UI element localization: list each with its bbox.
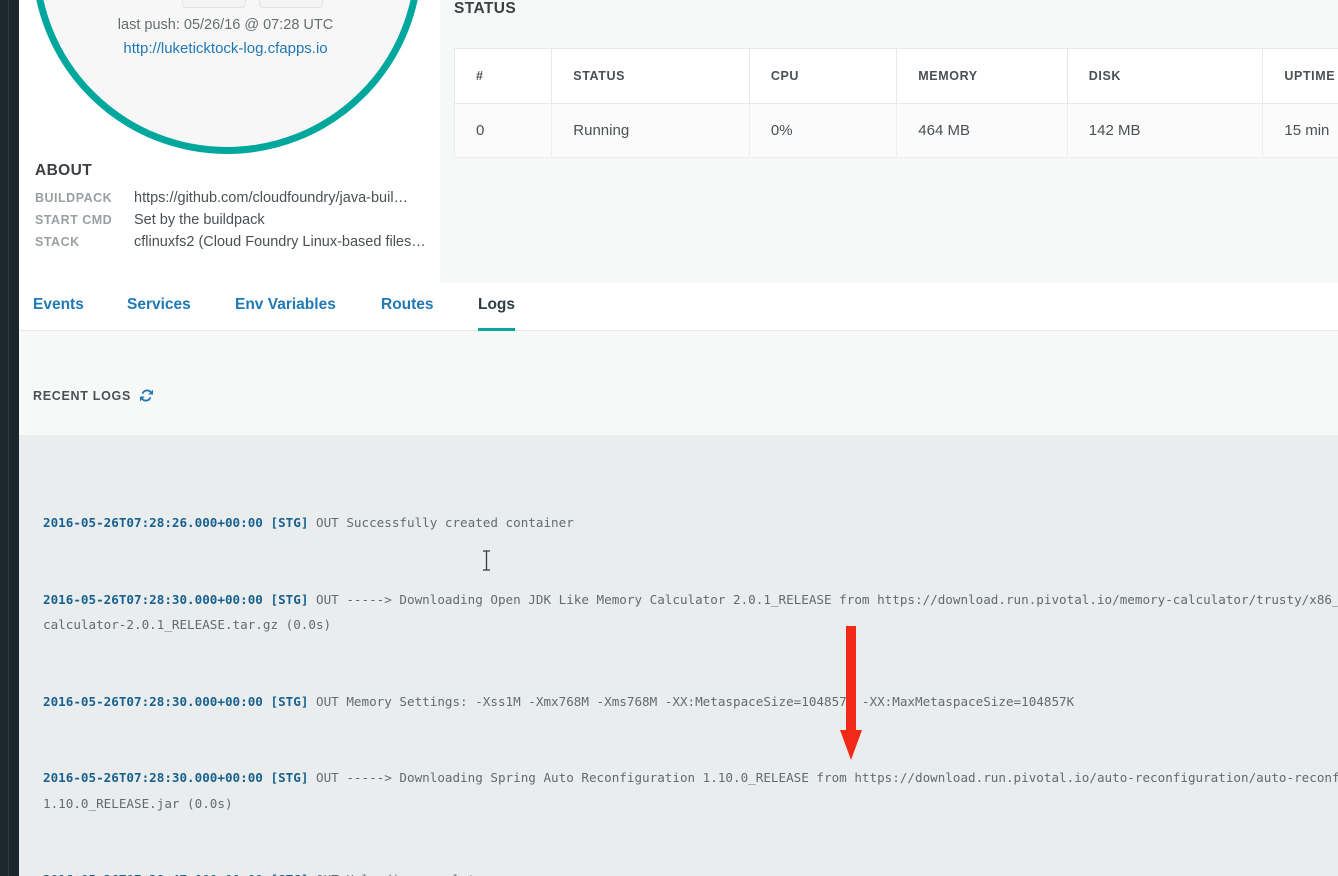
log-line: 2016-05-26T07:28:47.000+00:00 [STG] OUT … — [43, 867, 1338, 876]
log-line: 2016-05-26T07:28:30.000+00:00 [STG] OUT … — [43, 689, 1338, 715]
log-message: OUT Memory Settings: -Xss1M -Xmx768M -Xm… — [316, 693, 1075, 709]
global-nav-rail — [0, 0, 19, 876]
log-timestamp: 2016-05-26T07:28:47.000+00:00 — [43, 872, 263, 876]
log-source: [STG] — [270, 693, 309, 709]
log-timestamp: 2016-05-26T07:28:30.000+00:00 — [43, 591, 263, 607]
column-header-disk: DISK — [1066, 48, 1264, 104]
column-header-index: # — [453, 48, 553, 104]
log-output-panel[interactable]: 2016-05-26T07:28:26.000+00:00 [STG] OUT … — [19, 435, 1338, 876]
log-lines: 2016-05-26T07:28:26.000+00:00 [STG] OUT … — [43, 459, 1338, 876]
cell-uptime: 15 min — [1262, 103, 1338, 158]
cell-cpu: 0% — [748, 103, 898, 158]
log-message: OUT Successfully created container — [316, 515, 574, 530]
last-push-label: last push: 05/26/16 @ 07:28 UTC — [117, 17, 334, 33]
tab-services[interactable]: Services — [127, 296, 191, 328]
app-action-button-1[interactable] — [182, 0, 246, 8]
column-header-uptime: UPTIME — [1262, 48, 1338, 104]
cell-status: Running — [551, 103, 750, 158]
status-panel: STATUS # STATUS CPU MEMORY DISK UPTIME 0… — [440, 0, 1338, 283]
app-url-link[interactable]: http://luketicktock-log.cfapps.io — [19, 40, 432, 57]
log-line: 2016-05-26T07:28:30.000+00:00 [STG] OUT … — [43, 765, 1338, 816]
about-row-buildpack: BUILDPACK https://github.com/cloudfoundr… — [35, 190, 435, 212]
log-source: [STG] — [270, 770, 309, 785]
app-action-button-2[interactable] — [259, 0, 323, 8]
refresh-icon[interactable] — [139, 388, 154, 403]
recent-logs-label: RECENT LOGS — [33, 388, 131, 403]
table-header-row: # STATUS CPU MEMORY DISK UPTIME — [453, 48, 1338, 104]
about-value: Set by the buildpack — [134, 212, 265, 228]
log-message: OUT Uploading complete — [316, 872, 483, 876]
log-timestamp: 2016-05-26T07:28:26.000+00:00 — [43, 515, 263, 530]
cell-memory: 464 MB — [896, 103, 1068, 158]
log-source: [STG] — [270, 591, 309, 607]
about-key: BUILDPACK — [35, 191, 113, 205]
log-source: [STG] — [270, 515, 309, 530]
log-line: 2016-05-26T07:28:30.000+00:00 [STG] OUT … — [43, 587, 1338, 638]
about-row-stack: STACK cflinuxfs2 (Cloud Foundry Linux-ba… — [35, 234, 435, 256]
about-heading: ABOUT — [35, 162, 93, 179]
log-source: [STG] — [270, 872, 308, 876]
tab-routes[interactable]: Routes — [381, 296, 434, 328]
rail-divider — [8, 0, 9, 876]
app-summary-column: last push: 05/26/16 @ 07:28 UTC http://l… — [19, 0, 432, 283]
about-value: https://github.com/cloudfoundry/java-bui… — [134, 190, 409, 206]
cell-disk: 142 MB — [1066, 103, 1264, 158]
tab-logs[interactable]: Logs — [478, 296, 516, 331]
cell-index: 0 — [453, 103, 553, 158]
logs-section: RECENT LOGS 2016-05-26T07:28:26.000+00:0… — [19, 331, 1338, 876]
app-details-page: last push: 05/26/16 @ 07:28 UTC http://l… — [0, 0, 1338, 876]
log-line: 2016-05-26T07:28:26.000+00:00 [STG] OUT … — [43, 510, 1338, 536]
status-heading: STATUS — [454, 0, 517, 17]
column-header-cpu: CPU — [748, 48, 898, 104]
column-header-status: STATUS — [551, 48, 750, 104]
log-timestamp: 2016-05-26T07:28:30.000+00:00 — [43, 693, 263, 709]
about-key: START CMD — [35, 213, 113, 227]
tab-events[interactable]: Events — [33, 296, 84, 328]
table-row: 0 Running 0% 464 MB 142 MB 15 min — [453, 103, 1338, 158]
log-timestamp: 2016-05-26T07:28:30.000+00:00 — [43, 770, 263, 785]
column-header-memory: MEMORY — [896, 48, 1068, 104]
instances-table: # STATUS CPU MEMORY DISK UPTIME 0 Runnin… — [453, 48, 1338, 158]
about-list: BUILDPACK https://github.com/cloudfoundr… — [35, 190, 435, 256]
about-value: cflinuxfs2 (Cloud Foundry Linux-based fi… — [134, 234, 426, 250]
tab-env-variables[interactable]: Env Variables — [235, 296, 336, 328]
detail-tabs: Events Services Env Variables Routes Log… — [19, 283, 1338, 331]
about-row-start-cmd: START CMD Set by the buildpack — [35, 212, 435, 234]
about-key: STACK — [35, 235, 80, 249]
recent-logs-header: RECENT LOGS — [33, 388, 154, 403]
